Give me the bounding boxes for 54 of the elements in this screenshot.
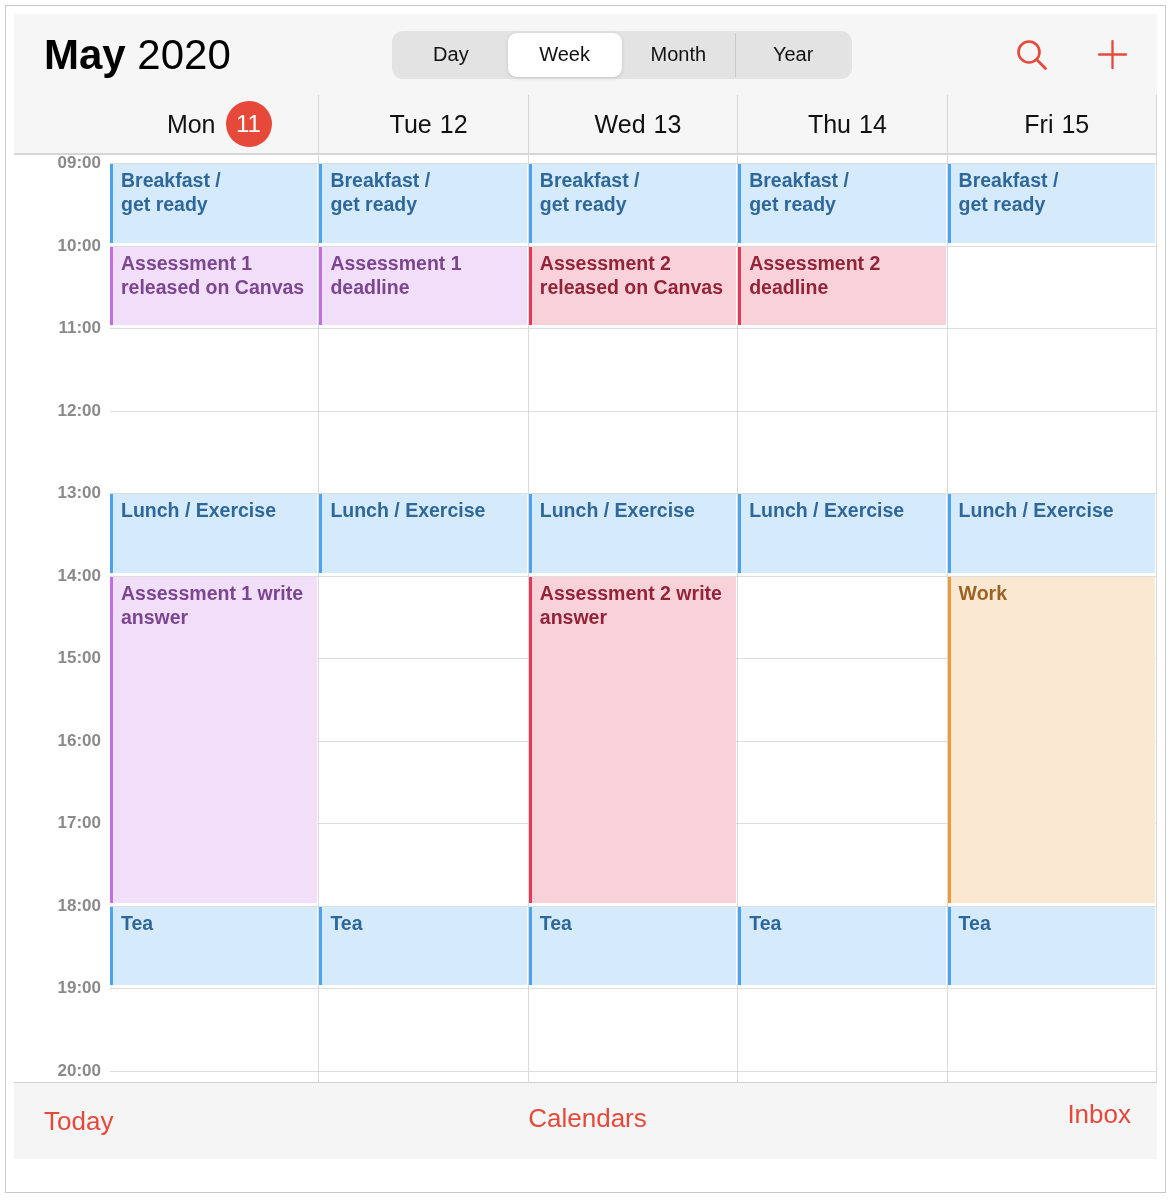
event-block[interactable]: Lunch / Exercise	[528, 494, 737, 573]
hour-label: 17:00	[56, 812, 102, 834]
weekday-label: Thu	[807, 109, 852, 139]
hour-label: 11:00	[57, 317, 102, 339]
toolbar-button[interactable]: Inbox	[1067, 1097, 1131, 1130]
event-block[interactable]: Assessment 2 released on Canvas	[528, 246, 737, 325]
event-block[interactable]: Lunch / Exercise	[319, 494, 527, 573]
view-tab[interactable]: Month	[621, 32, 736, 77]
event-block[interactable]: Lunch / Exercise	[110, 494, 318, 573]
event-block[interactable]: Lunch / Exercise	[947, 494, 1155, 573]
hour-label: 09:00	[56, 152, 102, 174]
view-tab[interactable]: Week	[507, 32, 622, 77]
weekday-label: Wed	[594, 109, 646, 139]
toolbar-button[interactable]: Today	[44, 1104, 114, 1137]
hour-label: 12:00	[56, 399, 102, 422]
hour-label: 13:00	[56, 482, 102, 504]
hour-label: 14:00	[56, 564, 102, 587]
hour-label: 20:00	[56, 1059, 102, 1082]
event-block[interactable]: Assessment 2 write answer	[528, 576, 737, 903]
hour-label: 16:00	[56, 729, 102, 752]
event-block[interactable]: Assessment 1 write answer	[110, 576, 318, 903]
event-block[interactable]: Tea	[947, 906, 1155, 985]
event-block[interactable]: Assessment 1 deadline	[319, 246, 527, 325]
date-label: 15	[1061, 109, 1090, 139]
event-block[interactable]: Lunch / Exercise	[738, 494, 946, 573]
weekday-label: Fri	[1024, 109, 1054, 139]
hour-label: 18:00	[56, 894, 102, 917]
view-tab[interactable]: Day	[394, 32, 508, 77]
event-block[interactable]: Tea	[319, 906, 527, 985]
date-label: 13	[653, 109, 682, 139]
weekday-label: Mon	[166, 109, 216, 139]
event-block[interactable]: Breakfast / get ready	[947, 164, 1155, 243]
event-block[interactable]: Breakfast / get ready	[110, 164, 318, 243]
event-block[interactable]: Tea	[528, 906, 737, 985]
hour-label: 15:00	[56, 647, 102, 669]
event-block[interactable]: Tea	[110, 906, 318, 985]
event-block[interactable]: Assessment 2 deadline	[738, 246, 946, 325]
event-block[interactable]: Breakfast / get ready	[319, 164, 527, 243]
date-label: 12	[439, 109, 468, 139]
add-icon[interactable]	[1098, 40, 1127, 69]
event-block[interactable]: Breakfast / get ready	[528, 164, 737, 243]
weekday-label: Tue	[389, 109, 432, 139]
date-label: 14	[859, 109, 887, 139]
today-badge: 11	[225, 101, 272, 147]
view-tab[interactable]: Year	[735, 32, 850, 77]
hour-label: 10:00	[56, 234, 102, 257]
toolbar-button[interactable]: Calendars	[528, 1101, 647, 1134]
event-block[interactable]: Breakfast / get ready	[738, 164, 946, 243]
month-title: May 2020	[44, 29, 231, 80]
event-block[interactable]: Work	[947, 576, 1155, 903]
event-block[interactable]: Tea	[738, 906, 946, 985]
search-icon[interactable]	[1016, 38, 1048, 71]
event-block[interactable]: Assessment 1 released on Canvas	[110, 246, 318, 325]
hour-label: 19:00	[56, 977, 102, 999]
